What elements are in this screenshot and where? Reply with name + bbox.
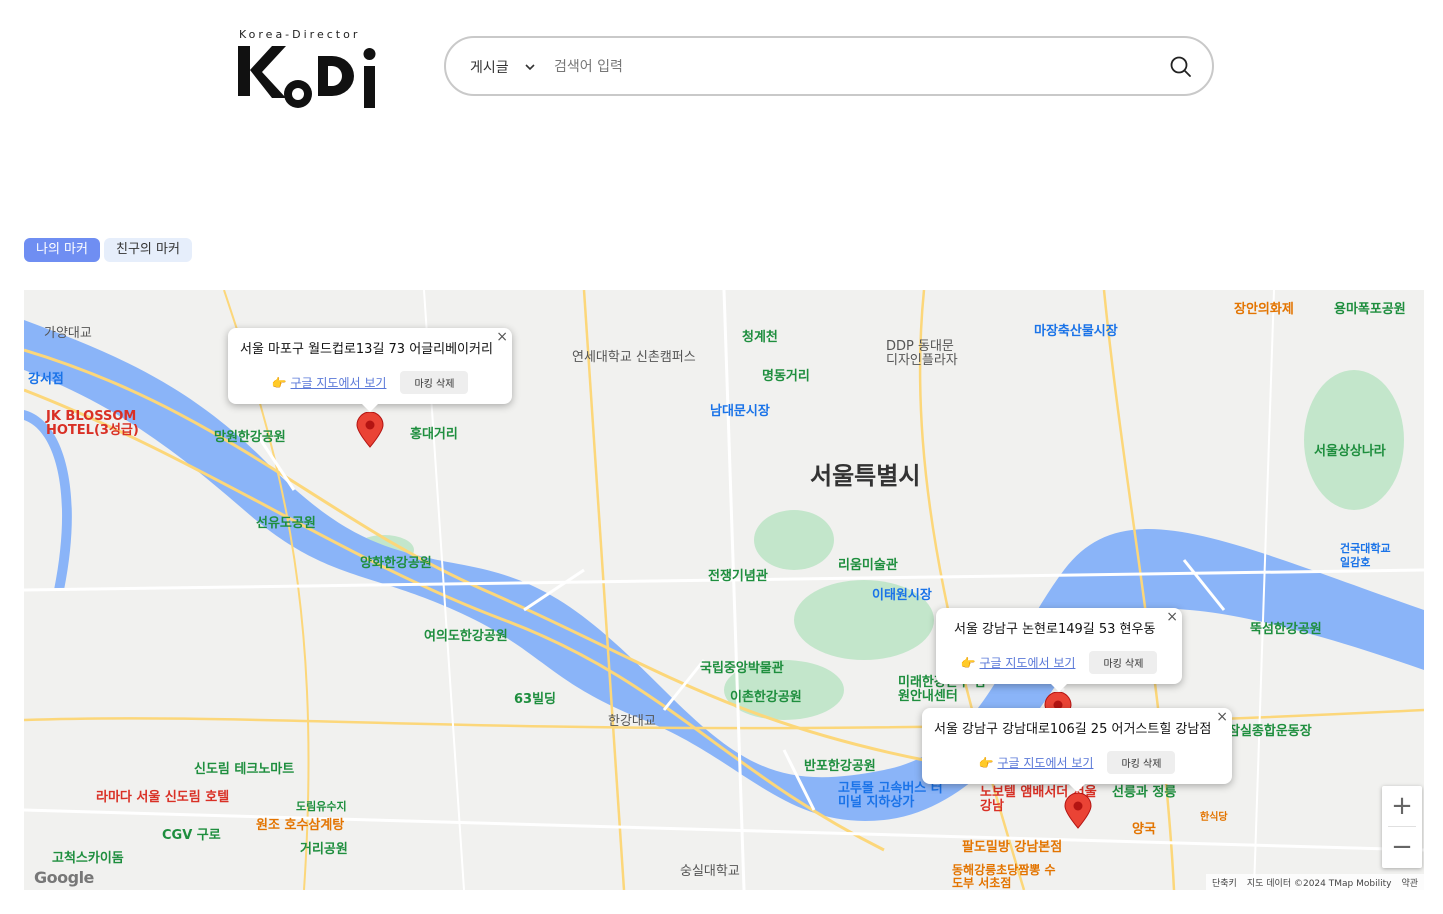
delete-marker-button[interactable]: 마킹 삭제 (400, 371, 469, 394)
search-category-select[interactable]: 게시글 (470, 56, 535, 78)
marker-address: 서울 강남구 강남대로106길 25 어거스트힐 강남점 (934, 722, 1212, 737)
map-poi[interactable]: 라마다 서울 신도림 호텔 (96, 786, 229, 805)
map-marker-pin[interactable] (356, 412, 384, 448)
logo[interactable]: Korea-Director (236, 28, 386, 116)
map-poi[interactable]: 서울상상나라 (1314, 440, 1386, 459)
view-on-google-maps-link[interactable]: 구글 지도에서 보기 (980, 654, 1076, 671)
map-poi[interactable]: 반포한강공원 (804, 755, 876, 774)
map-poi[interactable]: 남대문시장 (710, 400, 770, 419)
map-poi[interactable]: 연세대학교 신촌캠퍼스 (572, 346, 696, 365)
map-poi[interactable]: 건국대학교 일감호 (1340, 542, 1400, 570)
map-poi[interactable]: 홍대거리 (410, 423, 458, 442)
map-poi[interactable]: 숭실대학교 (680, 860, 740, 879)
map-attribution: 단축키 지도 데이터 ©2024 TMap Mobility 약관 (1206, 874, 1424, 890)
close-icon[interactable]: × (1166, 610, 1178, 624)
delete-marker-button[interactable]: 마킹 삭제 (1089, 651, 1158, 674)
map-poi[interactable]: 신도림 테크노마트 (194, 758, 294, 777)
map-poi[interactable]: JK BLOSSOM HOTEL(3성급) (46, 410, 142, 438)
map-poi[interactable]: 용마폭포공원 (1334, 298, 1406, 317)
keyboard-shortcuts-link[interactable]: 단축키 (1212, 876, 1237, 889)
map-poi[interactable]: 63빌딩 (514, 688, 556, 707)
search-bar: 게시글 (444, 36, 1214, 96)
map-poi[interactable]: 동해강릉초당짬뽕 수도부 서초점 (952, 864, 1062, 890)
map-poi[interactable]: 명동거리 (762, 365, 810, 384)
pointing-hand-icon: 👉 (271, 375, 287, 390)
map-poi[interactable]: 여의도한강공원 (424, 625, 508, 644)
close-icon[interactable]: × (1216, 710, 1228, 724)
map-poi[interactable]: 강서점 (28, 368, 64, 387)
zoom-control: + − (1382, 786, 1422, 868)
tab-friend-markers[interactable]: 친구의 마커 (103, 238, 192, 262)
zoom-out-button[interactable]: − (1382, 827, 1422, 867)
marker-tabs: 나의 마커 친구의 마커 (24, 238, 192, 262)
map-poi[interactable]: 리움미술관 (838, 554, 898, 573)
map-poi[interactable]: 원조 호수삼계탕 (256, 814, 344, 833)
map-data-text: 지도 데이터 ©2024 TMap Mobility (1246, 878, 1392, 889)
search-icon[interactable] (1168, 54, 1194, 80)
map-poi[interactable]: 마장축산물시장 (1034, 320, 1118, 339)
pointing-hand-icon: 👉 (978, 755, 994, 770)
pointing-hand-icon: 👉 (960, 655, 976, 670)
map-poi[interactable]: 양화한강공원 (360, 552, 432, 571)
map-poi[interactable]: 이촌한강공원 (730, 686, 802, 705)
map-poi[interactable]: 한식당 (1200, 808, 1228, 823)
map-poi[interactable]: 도림유수지 (296, 798, 347, 814)
zoom-in-button[interactable]: + (1382, 786, 1422, 826)
search-input[interactable] (554, 52, 1154, 82)
map-poi[interactable]: 거리공원 (300, 838, 348, 857)
map-poi[interactable]: 가양대교 (44, 322, 92, 341)
terms-link[interactable]: 약관 (1401, 876, 1418, 889)
map-poi[interactable]: 망원한강공원 (214, 426, 286, 445)
map-poi[interactable]: CGV 구로 (162, 824, 221, 843)
view-on-google-maps-link[interactable]: 구글 지도에서 보기 (291, 374, 387, 391)
map-poi[interactable]: 선유도공원 (256, 512, 316, 531)
map-poi[interactable]: 뚝섬한강공원 (1250, 618, 1322, 637)
map[interactable]: 서울특별시 가양대교 강서점 JK BLOSSOM HOTEL(3성급) 망원한… (24, 290, 1424, 890)
view-on-google-maps-link[interactable]: 구글 지도에서 보기 (998, 754, 1094, 771)
marker-info-window: × 서울 강남구 논현로149길 53 현우동 👉 구글 지도에서 보기 마킹 … (936, 608, 1182, 692)
map-marker-pin[interactable] (1064, 793, 1092, 829)
map-poi[interactable]: 이태원시장 (872, 584, 932, 603)
map-poi[interactable]: 한강대교 (608, 710, 656, 729)
chevron-down-icon (525, 64, 535, 71)
map-poi[interactable]: 국립중앙박물관 (700, 657, 784, 676)
map-poi[interactable]: 장안의화제 (1234, 298, 1294, 317)
map-poi[interactable]: 고척스카이돔 (52, 847, 124, 866)
map-poi[interactable]: 잠실종합운동장 (1228, 720, 1312, 739)
tab-my-markers[interactable]: 나의 마커 (24, 238, 100, 262)
map-poi[interactable]: 팔도밀방 강남본점 (962, 836, 1062, 855)
search-category-value: 게시글 (470, 60, 509, 76)
kodi-logo-mark (238, 46, 376, 108)
close-icon[interactable]: × (496, 330, 508, 344)
logo-tagline: Korea-Director (239, 28, 361, 41)
map-poi[interactable]: 청계천 (742, 326, 778, 345)
marker-info-window: × 서울 강남구 강남대로106길 25 어거스트힐 강남점 👉 구글 지도에서… (922, 708, 1232, 792)
marker-info-window: × 서울 마포구 월드컵로13길 73 어글리베이커리 👉 구글 지도에서 보기… (228, 328, 512, 412)
delete-marker-button[interactable]: 마킹 삭제 (1107, 751, 1176, 774)
map-poi[interactable]: 전쟁기념관 (708, 565, 768, 584)
map-poi[interactable]: 고투몰 고속버스 터미널 지하상가 (838, 782, 948, 810)
map-poi[interactable]: 양국 (1132, 818, 1156, 837)
google-logo: Google (34, 868, 94, 887)
marker-address: 서울 강남구 논현로149길 53 현우동 (954, 622, 1156, 637)
city-label: 서울특별시 (810, 462, 921, 490)
map-poi[interactable]: DDP 동대문 디자인플라자 (886, 340, 966, 368)
marker-address: 서울 마포구 월드컵로13길 73 어글리베이커리 (240, 342, 493, 357)
